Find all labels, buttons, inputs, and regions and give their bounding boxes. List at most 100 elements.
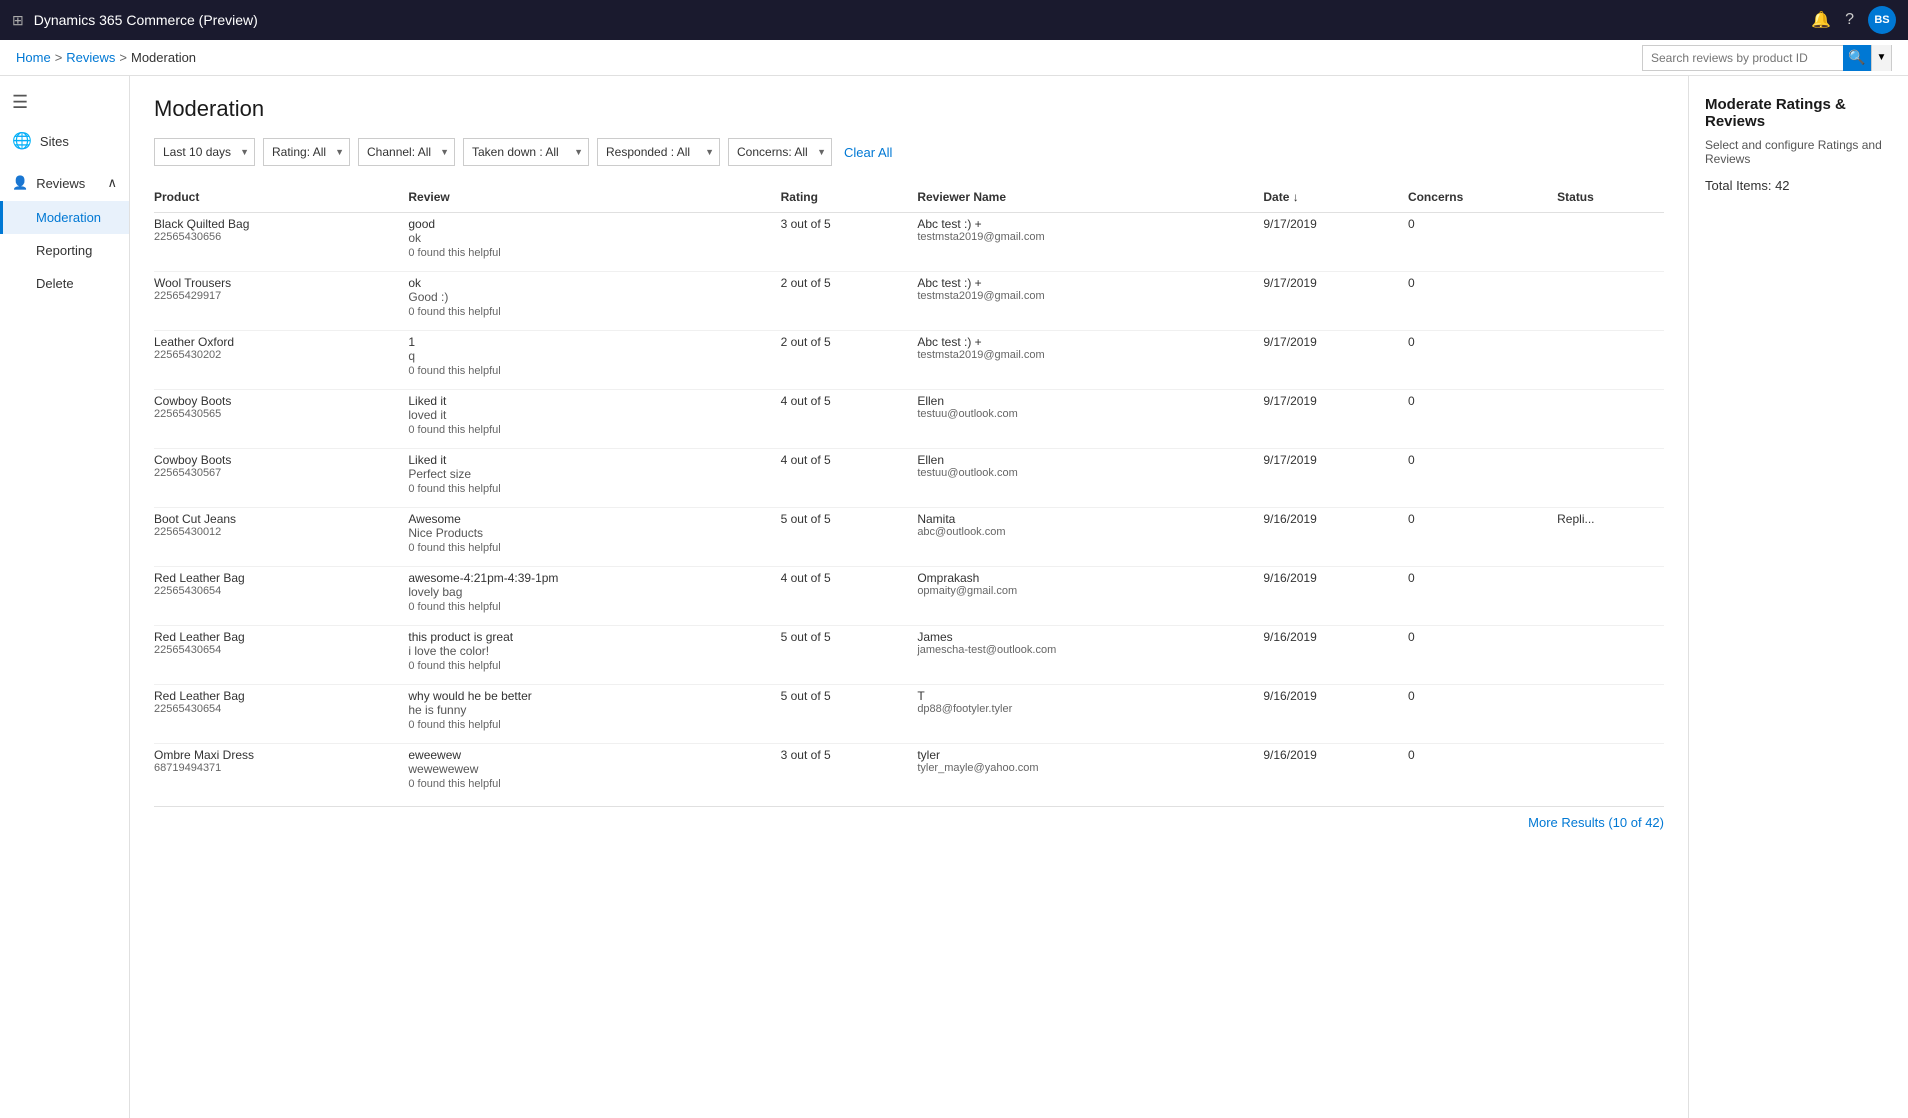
cell-review: Liked it Perfect size 0 found this helpf… (408, 449, 780, 508)
reviewer-email: opmaity@gmail.com (917, 585, 1255, 597)
reviewer-email: testmsta2019@gmail.com (917, 349, 1255, 361)
cell-date: 9/17/2019 (1263, 449, 1408, 508)
globe-icon: 🌐 (12, 131, 32, 151)
breadcrumb-sep-2: > (119, 50, 127, 65)
table-row[interactable]: Ombre Maxi Dress 68719494371 eweewew wew… (154, 744, 1664, 803)
rating-filter-wrapper: Rating: All Rating: 1 Rating: 2 Rating: … (263, 138, 350, 166)
right-panel: Moderate Ratings & Reviews Select and co… (1688, 76, 1908, 1118)
sidebar-item-delete[interactable]: Delete (0, 267, 129, 300)
col-concerns: Concerns (1408, 182, 1557, 213)
clear-all-button[interactable]: Clear All (840, 145, 896, 160)
cell-review: eweewew wewewewew 0 found this helpful (408, 744, 780, 803)
more-results-link[interactable]: More Results (10 of 42) (1528, 815, 1664, 830)
rating-filter[interactable]: Rating: All Rating: 1 Rating: 2 Rating: … (263, 138, 350, 166)
cell-reviewer: Abc test :) + testmsta2019@gmail.com (917, 331, 1263, 390)
cell-date: 9/16/2019 (1263, 744, 1408, 803)
cell-product: Ombre Maxi Dress 68719494371 (154, 744, 408, 803)
table-row[interactable]: Boot Cut Jeans 22565430012 Awesome Nice … (154, 508, 1664, 567)
breadcrumb-reviews[interactable]: Reviews (66, 50, 115, 65)
cell-reviewer: Omprakash opmaity@gmail.com (917, 567, 1263, 626)
concerns-filter[interactable]: Concerns: All (728, 138, 832, 166)
table-row[interactable]: Red Leather Bag 22565430654 awesome-4:21… (154, 567, 1664, 626)
main-layout: ☰ 🌐 Sites 👤 Reviews ∧ Moderation Reporti… (0, 76, 1908, 1118)
breadcrumb-home[interactable]: Home (16, 50, 51, 65)
taken-down-filter-wrapper: Taken down : All Taken down : Yes Taken … (463, 138, 589, 166)
cell-reviewer: Ellen testuu@outlook.com (917, 390, 1263, 449)
cell-concerns: 0 (1408, 685, 1557, 744)
sidebar-reviews-label: Reviews (36, 176, 85, 191)
help-icon[interactable]: ? (1845, 11, 1854, 29)
cell-status (1557, 626, 1664, 685)
taken-down-filter[interactable]: Taken down : All Taken down : Yes Taken … (463, 138, 589, 166)
cell-status: Repli... (1557, 508, 1664, 567)
cell-concerns: 0 (1408, 213, 1557, 272)
cell-product: Black Quilted Bag 22565430656 (154, 213, 408, 272)
cell-concerns: 0 (1408, 744, 1557, 803)
table-row[interactable]: Leather Oxford 22565430202 1 q 0 found t… (154, 331, 1664, 390)
sidebar-item-sites[interactable]: 🌐 Sites (0, 121, 129, 161)
reviewer-name: tyler (917, 748, 1255, 762)
cell-concerns: 0 (1408, 626, 1557, 685)
review-title: 1 (408, 335, 772, 349)
sidebar-reviews-group: 👤 Reviews ∧ Moderation Reporting Delete (0, 165, 129, 300)
breadcrumb-bar: Home > Reviews > Moderation 🔍 ▼ (0, 40, 1908, 76)
cell-concerns: 0 (1408, 331, 1557, 390)
review-body: q (408, 349, 772, 363)
table-row[interactable]: Red Leather Bag 22565430654 why would he… (154, 685, 1664, 744)
search-dropdown-button[interactable]: ▼ (1871, 45, 1891, 71)
table-row[interactable]: Cowboy Boots 22565430567 Liked it Perfec… (154, 449, 1664, 508)
cell-rating: 5 out of 5 (781, 508, 918, 567)
avatar[interactable]: BS (1868, 6, 1896, 34)
table-row[interactable]: Red Leather Bag 22565430654 this product… (154, 626, 1664, 685)
sidebar-reporting-label: Reporting (36, 243, 92, 258)
notification-icon[interactable]: 🔔 (1811, 10, 1831, 30)
table-row[interactable]: Black Quilted Bag 22565430656 good ok 0 … (154, 213, 1664, 272)
cell-concerns: 0 (1408, 390, 1557, 449)
cell-concerns: 0 (1408, 272, 1557, 331)
product-name: Black Quilted Bag (154, 217, 400, 231)
reviewer-email: jamescha-test@outlook.com (917, 644, 1255, 656)
cell-rating: 5 out of 5 (781, 685, 918, 744)
product-id: 22565430654 (154, 585, 400, 597)
helpful-count: 0 found this helpful (408, 658, 772, 680)
cell-rating: 3 out of 5 (781, 213, 918, 272)
responded-filter[interactable]: Responded : All Responded : Yes Responde… (597, 138, 720, 166)
cell-status (1557, 213, 1664, 272)
cell-product: Cowboy Boots 22565430565 (154, 390, 408, 449)
cell-rating: 4 out of 5 (781, 449, 918, 508)
cell-date: 9/17/2019 (1263, 213, 1408, 272)
reviewer-name: Abc test :) + (917, 276, 1255, 290)
breadcrumb-sep-1: > (55, 50, 63, 65)
helpful-count: 0 found this helpful (408, 304, 772, 326)
sidebar-reviews-parent[interactable]: 👤 Reviews ∧ (0, 165, 129, 201)
table-row[interactable]: Wool Trousers 22565429917 ok Good :) 0 f… (154, 272, 1664, 331)
table-row[interactable]: Cowboy Boots 22565430565 Liked it loved … (154, 390, 1664, 449)
cell-rating: 4 out of 5 (781, 567, 918, 626)
col-reviewer: Reviewer Name (917, 182, 1263, 213)
reviewer-email: testmsta2019@gmail.com (917, 290, 1255, 302)
search-input[interactable] (1643, 51, 1843, 65)
sidebar-item-reporting[interactable]: Reporting (0, 234, 129, 267)
search-button[interactable]: 🔍 (1843, 45, 1871, 71)
cell-review: 1 q 0 found this helpful (408, 331, 780, 390)
reviews-icon: 👤 (12, 175, 28, 191)
hamburger-menu[interactable]: ☰ (0, 84, 129, 121)
cell-review: Liked it loved it 0 found this helpful (408, 390, 780, 449)
sidebar-item-moderation[interactable]: Moderation (0, 201, 129, 234)
page-title: Moderation (154, 96, 1664, 122)
time-filter[interactable]: Last 10 days Last 30 days Last 90 days (154, 138, 255, 166)
cell-product: Boot Cut Jeans 22565430012 (154, 508, 408, 567)
sidebar: ☰ 🌐 Sites 👤 Reviews ∧ Moderation Reporti… (0, 76, 130, 1118)
cell-date: 9/16/2019 (1263, 508, 1408, 567)
search-box: 🔍 ▼ (1642, 45, 1892, 71)
product-id: 22565430654 (154, 644, 400, 656)
channel-filter[interactable]: Channel: All (358, 138, 455, 166)
col-date[interactable]: Date ↓ (1263, 182, 1408, 213)
breadcrumb: Home > Reviews > Moderation (16, 50, 196, 65)
product-name: Cowboy Boots (154, 394, 400, 408)
reviewer-name: Abc test :) + (917, 335, 1255, 349)
cell-date: 9/16/2019 (1263, 626, 1408, 685)
cell-date: 9/17/2019 (1263, 390, 1408, 449)
product-id: 22565430202 (154, 349, 400, 361)
time-filter-wrapper: Last 10 days Last 30 days Last 90 days (154, 138, 255, 166)
